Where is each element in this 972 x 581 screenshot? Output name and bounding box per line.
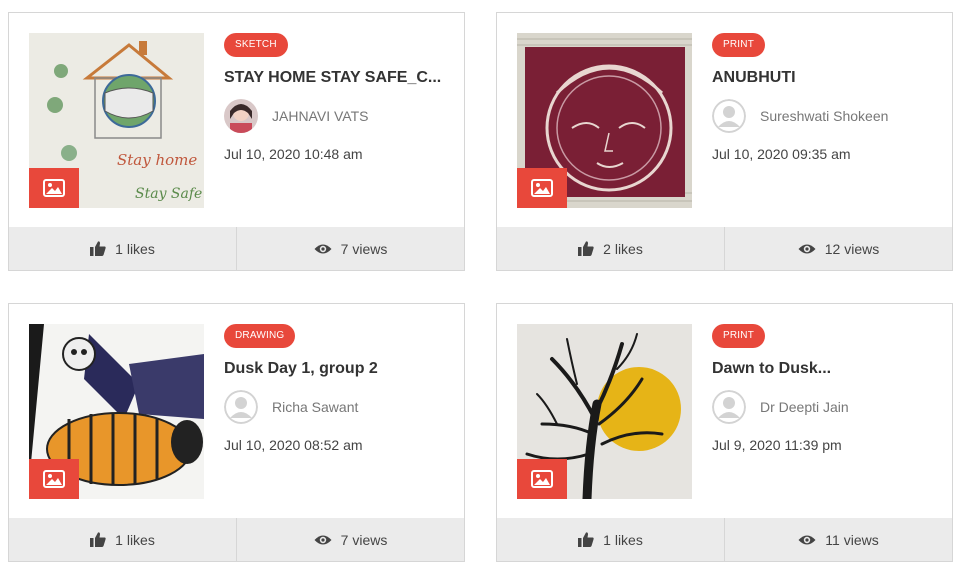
likes-count: 2 likes	[603, 240, 643, 257]
svg-text:Stay home: Stay home	[117, 151, 197, 169]
avatar[interactable]	[224, 390, 258, 424]
post-thumbnail[interactable]	[29, 324, 204, 499]
post-author[interactable]: JAHNAVI VATS	[224, 98, 368, 134]
post-stats: 1 likes 7 views	[9, 518, 464, 561]
image-type-badge	[29, 168, 79, 208]
views-stat: 11 views	[724, 518, 952, 561]
likes-count: 1 likes	[115, 531, 155, 548]
post-date: Jul 10, 2020 08:52 am	[224, 437, 363, 453]
user-avatar-icon	[712, 390, 746, 424]
post-date: Jul 10, 2020 10:48 am	[224, 146, 363, 162]
avatar[interactable]	[224, 99, 258, 133]
views-count: 11 views	[825, 531, 879, 548]
post-card[interactable]: PRINT ANUBHUTI Sureshwati Shokeen Jul 10…	[496, 12, 953, 271]
likes-count: 1 likes	[115, 240, 155, 257]
views-stat: 7 views	[236, 518, 464, 561]
post-date: Jul 10, 2020 09:35 am	[712, 146, 851, 162]
post-title[interactable]: Dusk Day 1, group 2	[224, 359, 449, 379]
eye-icon	[798, 244, 816, 253]
post-date: Jul 9, 2020 11:39 pm	[712, 437, 842, 453]
thumbs-up-icon	[578, 241, 594, 256]
author-name[interactable]: JAHNAVI VATS	[272, 108, 368, 124]
category-badge[interactable]: SKETCH	[224, 33, 288, 57]
user-avatar-icon	[712, 99, 746, 133]
thumbs-up-icon	[90, 241, 106, 256]
image-type-badge	[29, 459, 79, 499]
post-title[interactable]: ANUBHUTI	[712, 68, 937, 88]
image-icon	[531, 179, 553, 197]
image-type-badge	[517, 168, 567, 208]
author-name[interactable]: Sureshwati Shokeen	[760, 108, 888, 124]
thumbs-up-icon	[90, 532, 106, 547]
image-icon	[43, 179, 65, 197]
eye-icon	[314, 244, 332, 253]
post-stats: 1 likes 7 views	[9, 227, 464, 270]
views-stat: 7 views	[236, 227, 464, 270]
likes-button[interactable]: 1 likes	[9, 518, 236, 561]
avatar[interactable]	[712, 99, 746, 133]
post-stats: 2 likes 12 views	[497, 227, 952, 270]
post-title[interactable]: STAY HOME STAY SAFE_C...	[224, 68, 449, 88]
views-count: 12 views	[824, 240, 880, 257]
svg-text:Stay Safe: Stay Safe	[135, 186, 202, 202]
post-stats: 1 likes 11 views	[497, 518, 952, 561]
image-icon	[43, 470, 65, 488]
post-card[interactable]: Stay home Stay Safe SKETCH STAY HOME STA…	[8, 12, 465, 271]
post-title[interactable]: Dawn to Dusk...	[712, 359, 937, 379]
category-badge[interactable]: DRAWING	[224, 324, 296, 348]
likes-count: 1 likes	[603, 531, 643, 548]
category-badge[interactable]: PRINT	[712, 324, 765, 348]
likes-button[interactable]: 1 likes	[9, 227, 236, 270]
post-thumbnail[interactable]	[517, 33, 692, 208]
eye-icon	[314, 535, 332, 544]
views-count: 7 views	[340, 531, 388, 548]
image-icon	[531, 470, 553, 488]
image-type-badge	[517, 459, 567, 499]
views-count: 7 views	[340, 240, 388, 257]
views-stat: 12 views	[724, 227, 952, 270]
post-thumbnail[interactable]	[517, 324, 692, 499]
post-card[interactable]: PRINT Dawn to Dusk... Dr Deepti Jain Jul…	[496, 303, 953, 562]
avatar[interactable]	[712, 390, 746, 424]
category-badge[interactable]: PRINT	[712, 33, 765, 57]
post-thumbnail[interactable]: Stay home Stay Safe	[29, 33, 204, 208]
thumbs-up-icon	[578, 532, 594, 547]
eye-icon	[798, 535, 816, 544]
post-author[interactable]: Dr Deepti Jain	[712, 389, 849, 425]
author-name[interactable]: Richa Sawant	[272, 399, 358, 415]
post-author[interactable]: Sureshwati Shokeen	[712, 98, 888, 134]
user-avatar-icon	[224, 390, 258, 424]
likes-button[interactable]: 1 likes	[497, 518, 724, 561]
post-card[interactable]: DRAWING Dusk Day 1, group 2 Richa Sawant…	[8, 303, 465, 562]
post-author[interactable]: Richa Sawant	[224, 389, 358, 425]
author-name[interactable]: Dr Deepti Jain	[760, 399, 849, 415]
likes-button[interactable]: 2 likes	[497, 227, 724, 270]
